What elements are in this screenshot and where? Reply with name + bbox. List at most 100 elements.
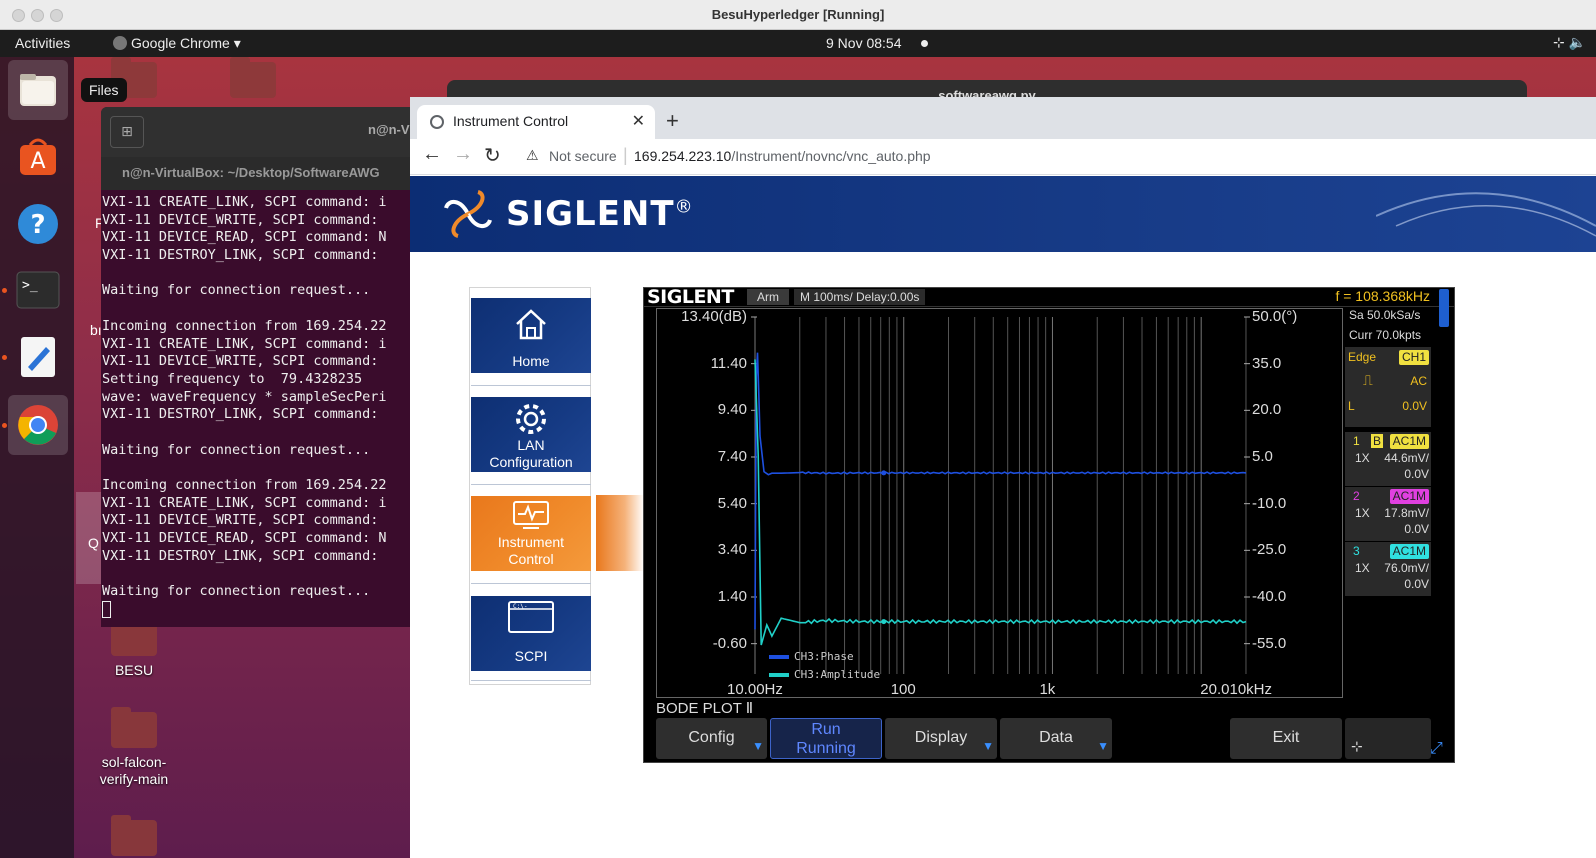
chrome-window[interactable]: Instrument Control ✕ + ← → ↻ ⚠ Not secur… xyxy=(410,97,1596,858)
scope-info-panel: Sa 50.0kSa/s Curr 70.0kpts Edge CH1 ⎍ AC… xyxy=(1345,308,1431,698)
home-icon xyxy=(516,309,546,340)
scope-screen[interactable]: SIGLENT Arm M 100ms/ Delay:0.00s f = 108… xyxy=(643,286,1455,763)
softkey-label: Data xyxy=(1039,729,1073,746)
app-menu[interactable]: Google Chrome ▾ xyxy=(113,35,241,52)
forward-icon[interactable]: → xyxy=(453,143,473,166)
nav-divider xyxy=(471,484,591,485)
terminal-line: VXI-11 DEVICE_READ, SCPI command: N xyxy=(102,530,387,547)
timebase-readout[interactable]: M 100ms/ Delay:0.00s xyxy=(794,289,926,305)
folder-icon xyxy=(230,57,276,98)
warning-icon[interactable]: ⚠ xyxy=(526,147,539,164)
volume-icon: 🔈 xyxy=(1568,34,1586,50)
url-path: /Instrument/novnc/vnc_auto.php xyxy=(731,148,931,164)
new-tab-icon[interactable]: ⊞ xyxy=(110,116,144,148)
legend-swatch xyxy=(769,673,789,677)
channel-panel-2[interactable]: 2 AC1M 1X 17.8mV/0.0V xyxy=(1345,487,1431,541)
nav-divider xyxy=(471,583,591,584)
dock-ubuntu-software[interactable]: A xyxy=(8,127,68,187)
recording-dot-icon xyxy=(921,40,928,47)
svg-text:C:\-: C:\- xyxy=(513,603,527,610)
softkey-network[interactable]: ⊹ xyxy=(1345,718,1431,759)
terminal-line: Waiting for connection request... xyxy=(102,282,371,299)
nav-label: LAN Configuration xyxy=(489,437,573,470)
bode-plot-area: CH3:Phase CH3:Amplitude 13.40(dB) 11.40 9.4… xyxy=(656,308,1343,698)
y-left-tick-label: 3.40 xyxy=(717,541,747,559)
terminal-line: Incoming connection from 169.254.22 xyxy=(102,477,387,493)
not-secure-label[interactable]: Not secure xyxy=(549,148,617,164)
legend-label: CH3:Amplitude xyxy=(794,668,880,681)
terminal-title: n@n-VirtualBox: ~/Desktop/SoftwareAWG xyxy=(101,157,431,190)
terminal-line: wave: waveFrequency * sampleSecPeri xyxy=(102,388,387,405)
terminal-line: Waiting for connection request... xyxy=(102,441,371,458)
nav-lan-configuration[interactable]: LAN Configuration xyxy=(471,397,591,472)
desktop-icon-sol-falcon[interactable]: sol-falcon- verify-main xyxy=(74,707,194,788)
trigger-level-label: L xyxy=(1348,399,1355,413)
chevron-down-icon: ▼ xyxy=(752,739,764,753)
softkey-data[interactable]: Data ▼ xyxy=(1000,718,1112,759)
y-right-tick-label: -55.0 xyxy=(1252,634,1287,652)
terminal-window[interactable]: ⊞ n@n-V n@n-VirtualBox: ~/Desktop/Softwa… xyxy=(101,107,431,627)
nav-instrument-control[interactable]: Instrument Control xyxy=(471,496,591,571)
desktop-folder-2[interactable] xyxy=(193,57,313,104)
tab-title: Instrument Control xyxy=(453,113,569,129)
trigger-panel[interactable]: Edge CH1 ⎍ AC L 0.0V xyxy=(1345,347,1431,427)
softkey-run[interactable]: Run Running xyxy=(770,718,882,759)
svg-text:A: A xyxy=(30,149,45,174)
new-tab-button[interactable]: + xyxy=(666,108,679,134)
nav-divider xyxy=(471,680,591,681)
dock-terminal[interactable]: >_ xyxy=(2,260,68,320)
nav-active-pointer xyxy=(596,495,644,571)
terminal-output[interactable]: VXI-11 CREATE_LINK, SCPI command: i VXI-1… xyxy=(101,190,431,621)
vbox-window-title: BesuHyperledger [Running] xyxy=(711,7,885,22)
bode-plot-svg: CH3:Phase CH3:Amplitude xyxy=(751,316,1250,681)
dock-text-editor[interactable] xyxy=(2,327,68,387)
x-tick-label: 100 xyxy=(890,681,916,698)
scope-scroll-handle[interactable] xyxy=(1439,289,1449,327)
reload-icon[interactable]: ↻ xyxy=(484,143,501,168)
back-icon[interactable]: ← xyxy=(422,143,442,166)
siglent-banner: SIGLENT® xyxy=(410,176,1596,252)
scope-brand: SIGLENT xyxy=(647,286,734,308)
y-left-tick-label: 13.40(dB) xyxy=(681,308,747,325)
desktop-icon-besu[interactable]: BESU xyxy=(74,615,194,678)
tab-close-icon[interactable]: ✕ xyxy=(632,111,645,131)
clock[interactable]: 9 Nov 08:54 xyxy=(826,35,902,51)
channel-panel-3[interactable]: 3 AC1M 1X 76.0mV/0.0V xyxy=(1345,542,1431,596)
activities-button[interactable]: Activities xyxy=(15,35,70,51)
fullscreen-icon[interactable]: ⤢ xyxy=(1430,740,1443,758)
nav-label: SCPI xyxy=(514,648,548,664)
softkey-exit[interactable]: Exit xyxy=(1230,718,1342,759)
bode-mode-label: BODE PLOT Ⅱ xyxy=(656,700,754,717)
omnibox[interactable]: ⚠ Not secure | 169.254.223.10/Instrument… xyxy=(518,143,1596,171)
siglent-logo-icon xyxy=(444,190,492,238)
y-left-tick-label: 11.40 xyxy=(710,354,747,372)
memory-depth: Curr 70.0kpts xyxy=(1349,328,1422,342)
dock: A ? >_ xyxy=(0,57,74,858)
text-editor-icon xyxy=(21,337,55,377)
series-marker xyxy=(881,619,887,625)
softkey-config[interactable]: Config ▼ xyxy=(656,718,767,759)
browser-tab[interactable]: Instrument Control ✕ xyxy=(417,105,655,139)
channel-panel-1[interactable]: 1 B AC1M 1X 44.6mV/0.0V xyxy=(1345,432,1431,486)
softkey-display[interactable]: Display ▼ xyxy=(885,718,997,759)
url-text[interactable]: 169.254.223.10/Instrument/novnc/vnc_auto… xyxy=(634,148,931,164)
running-indicator xyxy=(2,288,7,293)
desktop-partial-label: bı xyxy=(90,322,102,338)
nav-scpi[interactable]: C:\- SCPI xyxy=(471,596,591,671)
dock-files[interactable] xyxy=(8,60,68,120)
instrument-nav: Home LAN Configuration Instrument Contro… xyxy=(469,287,591,685)
terminal-icon: >_ xyxy=(16,271,60,309)
nav-home[interactable]: Home xyxy=(471,298,591,373)
dock-help[interactable]: ? xyxy=(8,194,68,254)
channel-number: 2 xyxy=(1353,489,1360,503)
terminal-line: VXI-11 CREATE_LINK, SCPI command: i xyxy=(102,494,387,511)
dock-google-chrome[interactable] xyxy=(2,395,68,455)
system-tray[interactable]: ⊹ 🔈 xyxy=(1553,34,1586,51)
sample-rate: Sa 50.0kSa/s xyxy=(1349,308,1421,322)
x-tick-label: 20.010kHz xyxy=(1200,681,1272,698)
desktop-folder-3[interactable] xyxy=(74,815,194,858)
legend-swatch xyxy=(769,655,789,659)
